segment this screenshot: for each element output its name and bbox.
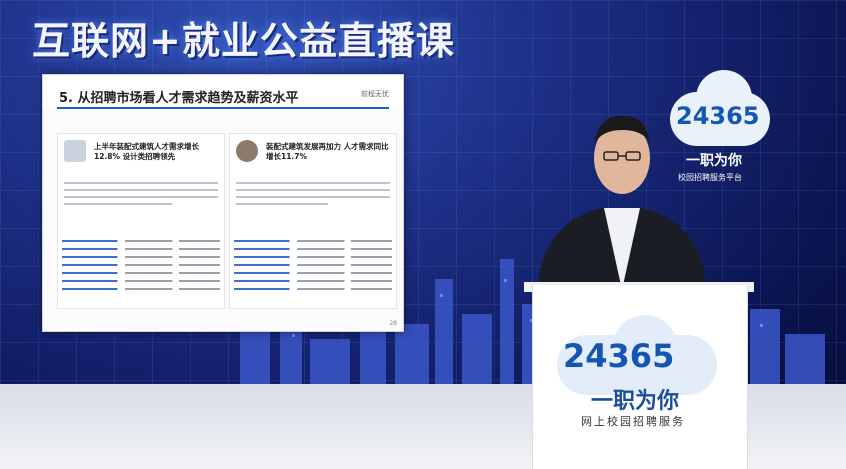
podium-number: 24365 — [563, 337, 675, 375]
podium-slogan: 一职为你 — [591, 389, 680, 414]
news-headline: 装配式建筑发展再加力 人才需求同比增长11.7% — [266, 142, 389, 161]
slide-header: 5. 从招聘市场看人才需求趋势及薪资水平 前程无忧 — [43, 75, 403, 109]
banner-title: 互联网+就业公益直播课 — [32, 19, 455, 63]
podium: 24365 一职为你 网上校园招聘服务 — [532, 285, 748, 469]
podium-subtitle: 网上校园招聘服务 — [581, 415, 685, 428]
news-body — [236, 182, 390, 210]
person-avatar-icon — [236, 140, 258, 162]
slide-page-number: 28 — [389, 320, 397, 327]
news-headline: 上半年装配式建筑人才需求增长12.8% 设计类招聘领先 — [94, 142, 199, 161]
slide-divider — [57, 107, 389, 109]
job-table — [62, 240, 220, 302]
slide-heading: 5. 从招聘市场看人才需求趋势及薪资水平 — [59, 91, 299, 106]
presentation-slide: 5. 从招聘市场看人才需求趋势及薪资水平 前程无忧 上半年装配式建筑人才需求增长… — [42, 74, 404, 332]
news-body — [64, 182, 218, 210]
slide-logo: 前程无忧 — [361, 90, 389, 98]
company-logo-icon — [64, 140, 86, 162]
news-card-right: 装配式建筑发展再加力 人才需求同比增长11.7% — [229, 133, 397, 309]
news-card-left: 上半年装配式建筑人才需求增长12.8% 设计类招聘领先 — [57, 133, 225, 309]
job-table — [234, 240, 392, 302]
